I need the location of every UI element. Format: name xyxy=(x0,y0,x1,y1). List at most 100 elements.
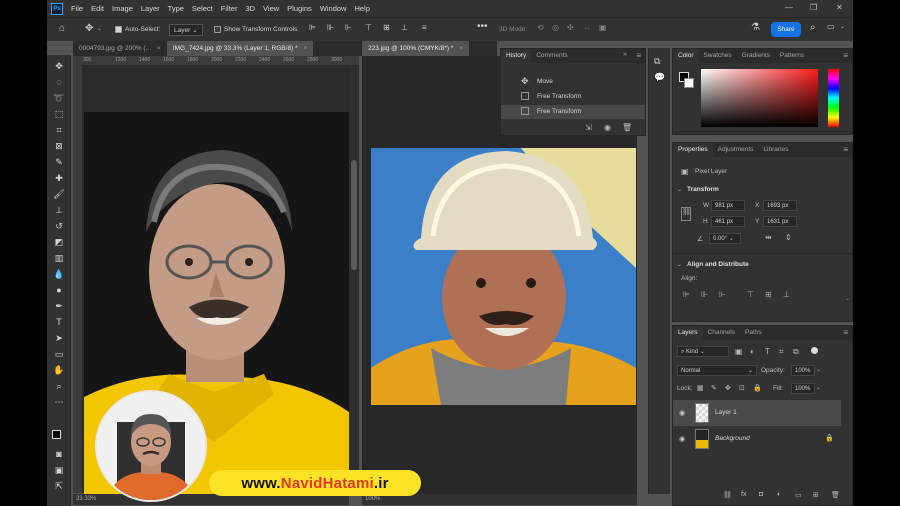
flip-vertical-icon[interactable]: ⇕ xyxy=(785,233,792,242)
healing-brush-icon[interactable]: ✚ xyxy=(53,172,65,184)
type-tool-icon[interactable]: T xyxy=(53,316,65,328)
menu-edit[interactable]: Edit xyxy=(91,4,104,13)
eyedropper-icon[interactable]: ✎ xyxy=(53,156,65,168)
object-select-icon[interactable]: ⬚ xyxy=(53,108,65,120)
gradient-tool-icon[interactable]: ▥ xyxy=(53,252,65,264)
close-icon[interactable]: × xyxy=(157,45,161,52)
menu-image[interactable]: Image xyxy=(112,4,133,13)
fill-field[interactable]: 100% xyxy=(791,383,815,394)
trash-icon[interactable]: 🗑 xyxy=(622,123,632,132)
tab-comments[interactable]: Comments xyxy=(531,49,572,63)
menu-type[interactable]: Type xyxy=(168,4,184,13)
lock-all-icon[interactable]: 🔒 xyxy=(753,384,762,392)
blend-mode-dropdown[interactable]: Normal ⌄ xyxy=(677,365,757,376)
menu-icon[interactable]: ≡ xyxy=(843,328,848,337)
trash-icon[interactable]: 🗑 xyxy=(831,491,840,499)
y-field[interactable]: 1631 px xyxy=(763,216,797,227)
menu-window[interactable]: Window xyxy=(320,4,347,13)
tab-paths[interactable]: Paths xyxy=(740,326,767,340)
align-bottom-icon[interactable]: ⊥ xyxy=(401,23,408,32)
history-brush-icon[interactable]: ↺ xyxy=(53,220,65,232)
lock-artboard-icon[interactable]: ⊡ xyxy=(739,384,745,392)
minimize-icon[interactable]: — xyxy=(785,3,793,12)
clone-stamp-icon[interactable]: ⊥ xyxy=(53,204,65,216)
menu-plugins[interactable]: Plugins xyxy=(287,4,312,13)
tab-color[interactable]: Color xyxy=(673,49,699,63)
comments-panel-icon[interactable]: 💬 xyxy=(654,72,665,83)
vertical-scrollbar[interactable] xyxy=(349,65,359,493)
layer-filter-dropdown[interactable]: ⌕ Kind ⌄ xyxy=(677,346,729,357)
marquee-tool-icon[interactable]: ◌ xyxy=(53,76,65,88)
menu-file[interactable]: File xyxy=(71,4,83,13)
align-right-icon[interactable]: ⊩ xyxy=(345,23,352,32)
align-left-icon[interactable]: ⊫ xyxy=(309,23,316,32)
align-right-edges-icon[interactable]: ⊩ xyxy=(719,290,726,299)
screen-mode-icon[interactable]: ▣ xyxy=(53,464,65,476)
lasso-tool-icon[interactable]: ➰ xyxy=(53,92,65,104)
menu-icon[interactable]: ≡ xyxy=(636,51,641,60)
flask-icon[interactable]: ⚗ xyxy=(751,22,760,33)
distribute-icon[interactable]: ≡ xyxy=(422,23,427,32)
workspace-icon[interactable]: ▭ xyxy=(827,22,835,31)
lock-image-icon[interactable]: ✎ xyxy=(711,384,717,392)
export-icon[interactable]: ⇱ xyxy=(53,480,65,492)
brush-tool-icon[interactable]: 🖌 xyxy=(53,188,65,200)
layer-row-layer-1[interactable]: ◉ Layer 1 xyxy=(673,400,841,426)
auto-select-dropdown[interactable]: Layer ⌄ xyxy=(169,24,203,36)
close-icon[interactable]: × xyxy=(304,45,308,52)
filter-pixel-icon[interactable]: ▣ xyxy=(735,347,743,356)
group-icon[interactable]: ▭ xyxy=(795,491,802,499)
align-horizontal-centers-icon[interactable]: ⊪ xyxy=(701,290,708,299)
tab-libraries[interactable]: Libraries xyxy=(758,143,793,157)
frame-tool-icon[interactable]: ⊠ xyxy=(53,140,65,152)
tab-channels[interactable]: Channels xyxy=(703,326,740,340)
filter-type-icon[interactable]: T xyxy=(765,347,770,356)
tab-swatches[interactable]: Swatches xyxy=(699,49,737,63)
chevron-down-icon[interactable]: ⌄ xyxy=(816,384,821,391)
menu-select[interactable]: Select xyxy=(192,4,213,13)
background-color-swatch[interactable] xyxy=(684,78,694,88)
chevron-down-icon[interactable]: ⌄ xyxy=(677,186,682,193)
height-field[interactable]: 461 px xyxy=(711,216,745,227)
scrollbar-thumb[interactable] xyxy=(351,160,357,270)
more-tools-icon[interactable]: ⋯ xyxy=(53,396,65,408)
new-document-from-state-icon[interactable]: ⇲ xyxy=(585,123,592,132)
tab-adjustments[interactable]: Adjustments xyxy=(713,143,759,157)
eye-icon[interactable]: ◉ xyxy=(679,409,685,417)
lock-transparent-icon[interactable]: ▦ xyxy=(697,384,704,392)
menu-filter[interactable]: Filter xyxy=(221,4,238,13)
layer-mask-icon[interactable]: ◘ xyxy=(759,491,763,498)
x-field[interactable]: 1693 px xyxy=(763,200,797,211)
path-select-icon[interactable]: ➤ xyxy=(53,332,65,344)
3d-slide-icon[interactable]: ⇔ xyxy=(583,23,591,32)
move-tool-icon[interactable]: ✥ xyxy=(53,60,65,72)
3d-rotate-icon[interactable]: ⟲ xyxy=(537,23,544,32)
auto-select-checkbox[interactable]: Auto-Select: xyxy=(115,26,160,33)
foreground-color-swatch[interactable] xyxy=(52,430,61,439)
chevron-down-icon[interactable]: ⌄ xyxy=(816,366,821,373)
tab-document-1[interactable]: 0004793.jpg @ 200% (... × xyxy=(73,41,167,56)
menu-3d[interactable]: 3D xyxy=(245,4,255,13)
dodge-tool-icon[interactable]: ● xyxy=(53,284,65,296)
filter-adjustment-icon[interactable]: ◐ xyxy=(750,347,755,356)
more-options-icon[interactable]: ••• xyxy=(477,21,488,32)
lock-position-icon[interactable]: ✥ xyxy=(725,384,731,392)
adjustment-layer-icon[interactable]: ◐ xyxy=(777,491,781,498)
collapse-icon[interactable]: » xyxy=(623,51,627,58)
layer-style-icon[interactable]: fx xyxy=(741,491,746,498)
filter-shape-icon[interactable]: ⌗ xyxy=(779,347,784,357)
tab-properties[interactable]: Properties xyxy=(673,143,713,157)
pen-tool-icon[interactable]: ✒ xyxy=(53,300,65,312)
zoom-tool-icon[interactable]: ⌕ xyxy=(53,380,65,392)
menu-layer[interactable]: Layer xyxy=(141,4,160,13)
home-icon[interactable]: ⌂ xyxy=(59,23,65,34)
move-tool-icon[interactable]: ✥ xyxy=(85,23,93,34)
share-button[interactable]: Share xyxy=(771,22,801,37)
3d-roll-icon[interactable]: ◎ xyxy=(552,23,559,32)
3d-pan-icon[interactable]: ✣ xyxy=(567,23,574,32)
maximize-icon[interactable]: ❐ xyxy=(810,3,817,12)
history-panel-icon[interactable]: ⧉ xyxy=(654,56,660,67)
hue-slider[interactable] xyxy=(828,69,839,127)
menu-help[interactable]: Help xyxy=(354,4,369,13)
color-picker-field[interactable] xyxy=(701,69,818,127)
